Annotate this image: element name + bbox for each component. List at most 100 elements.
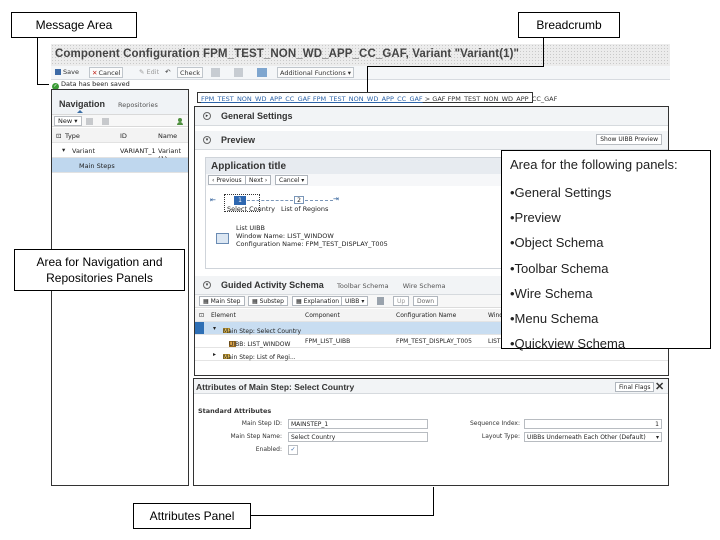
tree-select-icon[interactable]: ⊡ — [56, 132, 61, 140]
breadcrumb-separator: > — [424, 95, 431, 103]
callout-breadcrumb: Breadcrumb — [518, 12, 620, 38]
callout-panel-item: •Preview — [510, 210, 561, 226]
roadmap-end-icon: ⇥ — [333, 196, 339, 203]
pencil-icon: ✎ — [139, 68, 145, 76]
roadmap-step-2[interactable]: 2 — [294, 196, 304, 204]
add-explanation-button[interactable]: ▦ Explanation — [292, 296, 344, 306]
callout-leader — [543, 38, 544, 66]
additional-functions-button[interactable]: Additional Functions ▾ — [277, 67, 355, 78]
tree-cell: VARIANT_1 — [120, 147, 156, 155]
callout-leader — [37, 38, 38, 85]
callout-panel-item: •Menu Schema — [510, 311, 599, 327]
navigation-tabs: Navigation Repositories — [52, 90, 188, 114]
layout-type-select[interactable]: UIBBs Underneath Each Other (Default) ▾ — [524, 432, 662, 442]
breadcrumb-link[interactable]: FPM_TEST_NON_WD_APP_CC_GAF FPM_TEST_NON_… — [201, 95, 423, 103]
undo-icon[interactable]: ↶ — [163, 67, 172, 78]
table-cell: Main Step: Select Country — [223, 328, 302, 335]
section-title: Preview — [221, 135, 256, 145]
tab-repositories[interactable]: Repositories — [118, 101, 158, 109]
main-toolbar: Save ✕Cancel ✎ Edit ↶ Check Additional F… — [51, 66, 670, 80]
add-substep-button[interactable]: ▦ Substep — [248, 296, 288, 306]
delete-icon[interactable] — [86, 118, 93, 125]
navigation-toolbar: New ▾ — [52, 114, 188, 127]
list-uibb-preview: List UIBB Window Name: LIST_WINDOW Confi… — [216, 224, 456, 258]
callout-leader — [37, 84, 49, 85]
section-general-settings[interactable]: ▸ General Settings — [195, 107, 668, 126]
section-title: Guided Activity Schema — [221, 280, 324, 290]
callout-panel-item: •Toolbar Schema — [510, 260, 609, 276]
save-button[interactable]: Save — [53, 67, 81, 78]
main-step-id-field[interactable]: MAINSTEP_1 — [288, 419, 428, 429]
copy-icon[interactable] — [102, 118, 109, 125]
new-button[interactable]: New ▾ — [54, 116, 82, 126]
cancel-button[interactable]: ✕Cancel — [89, 67, 124, 78]
chevron-down-icon[interactable]: ▾ — [213, 325, 216, 332]
add-main-step-button[interactable]: ▦ Main Step — [199, 296, 245, 306]
columns-icon[interactable] — [234, 68, 243, 77]
sequence-index-label: Sequence Index: — [469, 420, 520, 427]
enabled-label: Enabled: — [255, 446, 282, 453]
collapse-icon[interactable]: ▾ — [203, 281, 211, 289]
move-down-button[interactable]: Down — [413, 296, 439, 306]
main-step-id-label: Main Step ID: — [241, 420, 282, 427]
main-step-name-label: Main Step Name: — [230, 433, 282, 440]
callout-leader — [367, 66, 368, 92]
row-selector[interactable] — [195, 322, 204, 334]
callout-panel-item: •Object Schema — [510, 235, 604, 251]
delete-icon[interactable] — [377, 297, 384, 305]
add-icon: ▦ — [203, 298, 209, 305]
roadmap-step-2-label: List of Regions — [281, 205, 329, 213]
attributes-title: Attributes of Main Step: Select Country — [196, 382, 355, 392]
add-uibb-button[interactable]: UIBB ▾ — [341, 296, 369, 306]
previous-button[interactable]: ‹ Previous — [208, 175, 246, 185]
close-icon[interactable]: ✕ — [655, 380, 664, 393]
roadmap-step-1-label: Select Country — [227, 205, 275, 213]
column-header-component: Component — [305, 312, 340, 319]
callout-attributes-panel: Attributes Panel — [133, 503, 251, 529]
tab-wire-schema[interactable]: Wire Schema — [403, 282, 446, 290]
standard-attributes-heading: Standard Attributes — [198, 407, 272, 415]
edit-button[interactable]: ✎ Edit — [137, 67, 161, 78]
table-cell: UIBB: LIST_WINDOW — [229, 341, 291, 348]
collapse-icon[interactable]: ▾ — [203, 136, 211, 144]
column-header-name: Name — [158, 132, 178, 140]
chevron-down-icon[interactable]: ▾ — [62, 146, 65, 154]
check-button[interactable]: Check — [177, 67, 203, 78]
attributes-panel: Attributes of Main Step: Select Country … — [193, 378, 669, 486]
section-title: General Settings — [221, 111, 293, 121]
table-header: ⊡ Type ID Name — [52, 128, 188, 143]
sequence-index-field[interactable]: 1 — [524, 419, 662, 429]
enabled-checkbox[interactable]: ✓ — [288, 445, 298, 455]
add-user-icon[interactable] — [177, 118, 185, 125]
show-uibb-preview-button[interactable]: Show UIBB Preview — [596, 134, 662, 145]
cancel-button[interactable]: Cancel ▾ — [275, 175, 309, 185]
callout-panel-item: •General Settings — [510, 185, 612, 200]
main-step-name-field[interactable]: Select Country — [288, 432, 428, 442]
uibb-configuration-name: Configuration Name: FPM_TEST_DISPLAY_T00… — [236, 240, 388, 248]
callout-navigation-area: Area for Navigation and Repositories Pan… — [14, 249, 185, 291]
tab-toolbar-schema[interactable]: Toolbar Schema — [337, 282, 389, 290]
next-button[interactable]: Next › — [245, 175, 272, 185]
chevron-right-icon[interactable]: ▸ — [213, 351, 216, 358]
layout-icon[interactable] — [257, 68, 267, 77]
status-message: ✓ Data has been saved — [52, 80, 130, 90]
move-up-button[interactable]: Up — [393, 296, 410, 306]
grid-icon[interactable] — [211, 68, 220, 77]
table-cell: FPM_LIST_UIBB — [305, 338, 351, 345]
attributes-header: Attributes of Main Step: Select Country … — [194, 379, 668, 394]
callout-panel-item: •Quickview Schema — [510, 336, 626, 352]
final-flags-button[interactable]: Final Flags — [615, 382, 655, 392]
tree-row-variant[interactable]: ▾ Variant VARIANT_1 Variant (1) — [52, 143, 188, 163]
expand-icon[interactable]: ▸ — [203, 112, 211, 120]
tab-navigation[interactable]: Navigation — [59, 99, 105, 113]
tree-row-main-steps[interactable]: Main Steps — [52, 158, 188, 173]
save-icon — [55, 69, 61, 75]
section-preview[interactable]: ▾ Preview Show UIBB Preview — [195, 131, 668, 150]
table-cell: Main Step: List of Regi... — [223, 354, 296, 361]
table-settings-icon[interactable]: ⊡ — [199, 312, 204, 319]
callout-message-area: Message Area — [11, 12, 137, 38]
table-cell: FPM_TEST_DISPLAY_T005 — [396, 338, 472, 345]
roadmap-line — [247, 200, 293, 201]
chevron-down-icon[interactable]: ▾ — [656, 434, 659, 441]
roadmap: ⇤ 1 2 ⇥ Select Country List of Regions — [210, 191, 390, 215]
